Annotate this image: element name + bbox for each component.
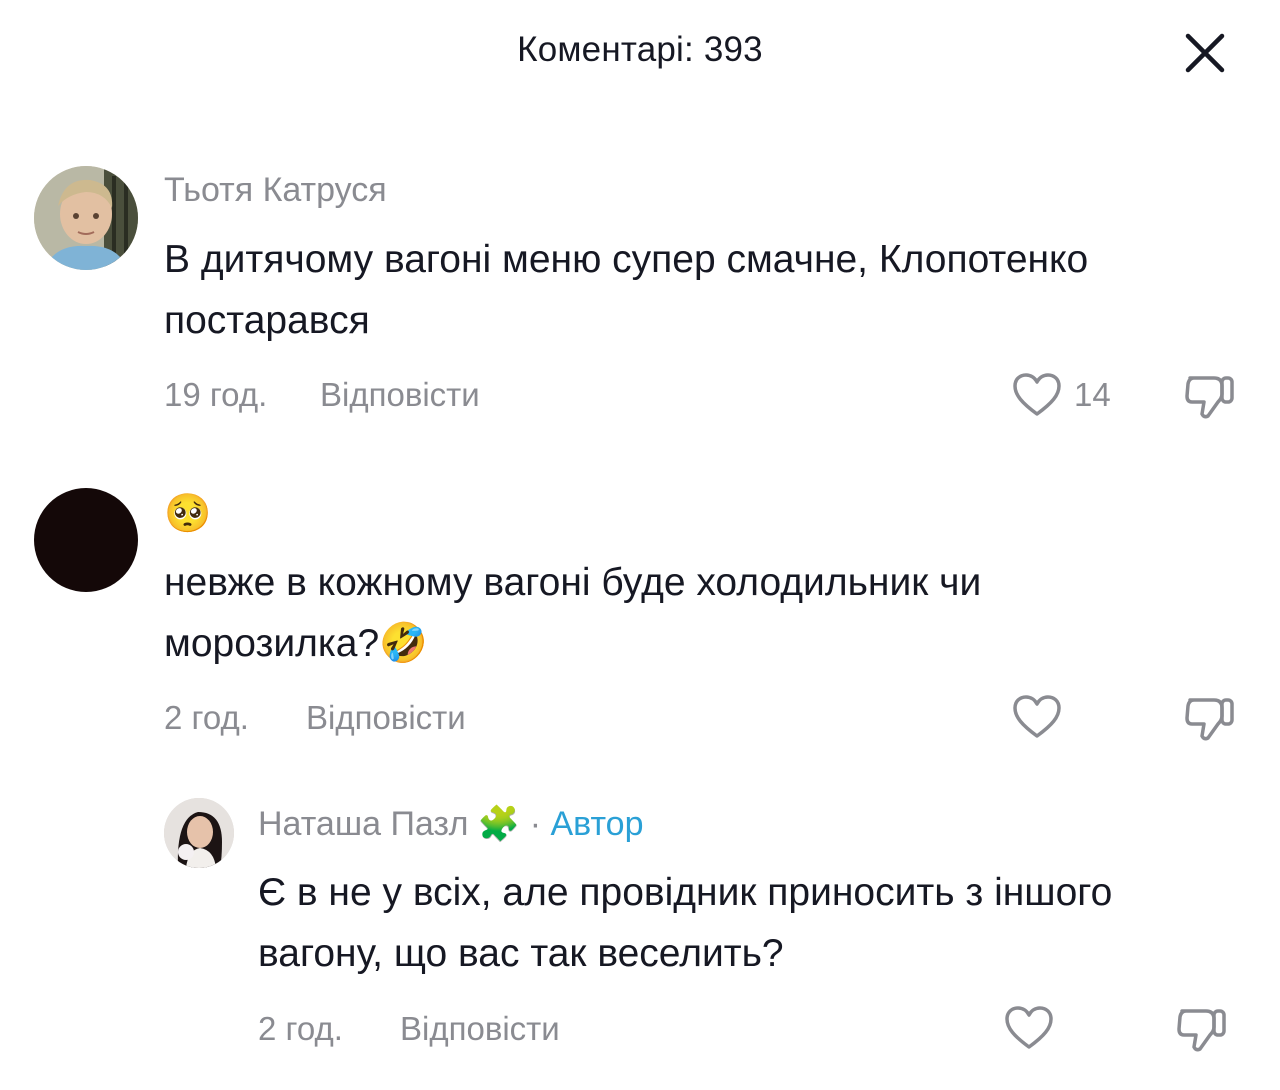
reply-text: Є в не у всіх, але провідник приносить з… bbox=[258, 871, 1113, 975]
thumbs-down-icon bbox=[1185, 698, 1234, 741]
heart-outline-icon bbox=[1013, 373, 1061, 416]
heart-outline-icon bbox=[1005, 1006, 1053, 1049]
dislike-button[interactable] bbox=[1176, 1005, 1228, 1058]
dislike-button[interactable] bbox=[1184, 372, 1236, 425]
like-count: 14 bbox=[1074, 376, 1111, 413]
reply-button[interactable]: Відповісти bbox=[320, 376, 480, 414]
reply-button[interactable]: Відповісти bbox=[306, 699, 466, 737]
reply-header: Наташа Пазл 🧩 · Автор bbox=[258, 804, 644, 844]
avatar[interactable] bbox=[34, 166, 138, 270]
comment-timestamp: 19 год. bbox=[164, 376, 268, 413]
close-icon bbox=[1185, 33, 1225, 73]
author-badge: Автор bbox=[550, 805, 644, 843]
like-button[interactable] bbox=[1004, 1005, 1066, 1051]
comment-timestamp: 2 год. bbox=[164, 699, 249, 736]
comments-count-title: Коментарі: 393 bbox=[517, 30, 763, 69]
avatar-photo bbox=[34, 166, 138, 270]
like-button[interactable]: 14 bbox=[1012, 372, 1111, 418]
heart-outline-icon bbox=[1013, 695, 1061, 738]
comments-header: Коментарі: 393 bbox=[0, 0, 1280, 104]
comment-text: невже в кожному вагоні буде холодильник … bbox=[164, 561, 982, 665]
avatar[interactable] bbox=[34, 488, 138, 592]
reply-username[interactable]: Наташа Пазл 🧩 bbox=[258, 805, 520, 843]
like-button[interactable] bbox=[1012, 694, 1074, 740]
comment-text: В дитячому вагоні меню супер смачне, Кло… bbox=[164, 238, 1089, 342]
thumbs-down-icon bbox=[1177, 1009, 1226, 1052]
avatar[interactable] bbox=[164, 798, 234, 868]
dislike-button[interactable] bbox=[1184, 694, 1236, 747]
close-button[interactable] bbox=[1178, 26, 1232, 80]
avatar-photo bbox=[164, 798, 234, 868]
reply-timestamp: 2 год. bbox=[258, 1010, 343, 1047]
comment-username[interactable]: Тьотя Катруся bbox=[164, 171, 387, 210]
reply-button[interactable]: Відповісти bbox=[400, 1010, 560, 1048]
thumbs-down-icon bbox=[1185, 376, 1234, 419]
comments-sheet: Коментарі: 393 Тьотя Катруся В дитячому … bbox=[0, 0, 1280, 1090]
separator-dot: · bbox=[529, 805, 542, 843]
comment-username[interactable]: 🥺 bbox=[164, 492, 211, 536]
